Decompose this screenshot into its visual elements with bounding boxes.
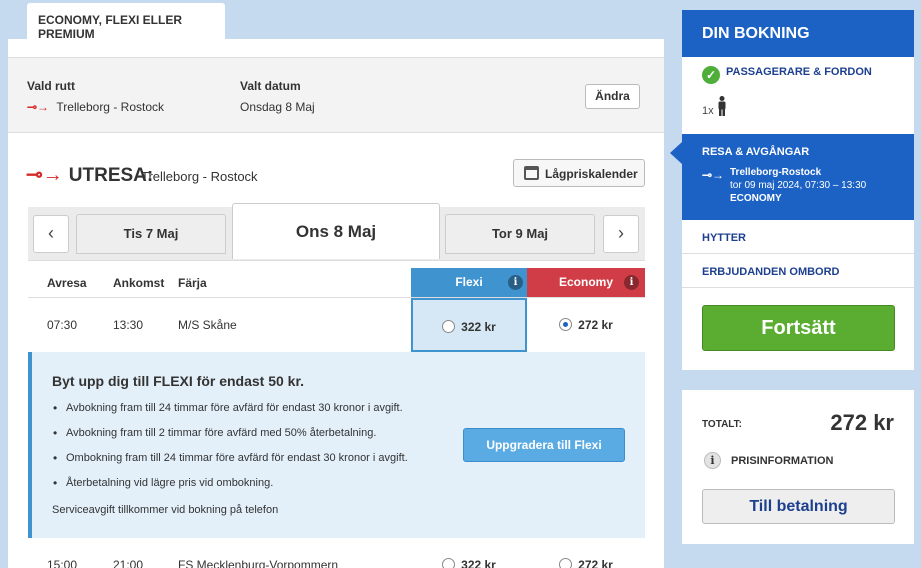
- col-economy-label: Economy: [558, 275, 613, 289]
- table-row[interactable]: 07:30 13:30 M/S Skåne 322 kr 272 kr: [28, 298, 645, 353]
- continue-button[interactable]: Fortsätt: [702, 305, 895, 351]
- date-tab-prev[interactable]: Tis 7 Maj: [76, 214, 226, 254]
- info-icon: i: [704, 452, 721, 469]
- ferry-arrow-icon: ⊸→: [27, 100, 50, 114]
- date-tab-next[interactable]: Tor 9 Maj: [445, 214, 595, 254]
- list-item: Ombokning fram till 24 timmar före avfär…: [52, 451, 408, 477]
- ferry-arrow-icon: ⊸→: [702, 168, 725, 182]
- flexi-price: 322 kr: [461, 558, 496, 568]
- sidebar-item-offers[interactable]: ERBJUDANDEN OMBORD: [682, 254, 914, 288]
- list-item: Avbokning fram till 24 timmar före avfär…: [52, 401, 408, 427]
- col-economy: Economy i: [527, 268, 645, 297]
- economy-price-option[interactable]: 272 kr: [527, 538, 645, 568]
- trip-time: tor 09 maj 2024, 07:30 – 13:30: [730, 180, 867, 191]
- radio-button[interactable]: [442, 558, 456, 568]
- col-depart: Avresa: [47, 276, 87, 290]
- date-label: Valt datum: [240, 79, 301, 93]
- flexi-price: 322 kr: [461, 320, 496, 334]
- step-trip-current[interactable]: RESA & AVGÅNGAR ⊸→ Trelleborg-Rostock to…: [670, 134, 914, 220]
- upgrade-flexi-button[interactable]: Uppgradera till Flexi: [463, 428, 625, 462]
- sidebar-item-cabins[interactable]: HYTTER: [682, 220, 914, 254]
- total-value: 272 kr: [830, 410, 894, 435]
- passenger-count: 1x: [702, 96, 727, 117]
- total-label: TOTALT:: [702, 419, 742, 430]
- col-arrive: Ankomst: [113, 276, 165, 290]
- route-value-text: Trelleborg - Rostock: [56, 100, 164, 114]
- ferry-name: FS Mecklenburg-Vorpommern: [178, 558, 339, 568]
- table-row[interactable]: 15:00 21:00 FS Mecklenburg-Vorpommern 32…: [28, 538, 645, 568]
- arrive-time: 13:30: [113, 318, 144, 332]
- chevron-left-icon: ‹: [48, 223, 54, 243]
- trip-class: ECONOMY: [730, 193, 782, 204]
- calendar-icon: [524, 166, 539, 180]
- list-item: Avbokning fram till 2 timmar före avfärd…: [52, 426, 408, 452]
- next-date-button[interactable]: ›: [603, 215, 639, 253]
- price-info-link[interactable]: i PRISINFORMATION: [704, 452, 833, 469]
- step-passengers-label: PASSAGERARE & FORDON: [726, 66, 872, 78]
- flexi-upsell-panel: Byt upp dig till FLEXI för endast 50 kr.…: [28, 352, 645, 538]
- outbound-title: ⊸→ UTRESA:: [26, 162, 153, 187]
- radio-button[interactable]: [559, 558, 573, 568]
- outbound-route: Trelleborg - Rostock: [141, 169, 258, 184]
- trip-details: Trelleborg-Rostock tor 09 maj 2024, 07:3…: [730, 166, 866, 205]
- depart-time: 15:00: [47, 558, 78, 568]
- flexi-price-option[interactable]: 322 kr: [411, 538, 527, 568]
- col-ferry: Färja: [178, 276, 207, 290]
- info-icon[interactable]: i: [508, 275, 523, 290]
- chevron-right-icon: ›: [618, 223, 624, 243]
- list-item: Återbetalning vid lägre pris vid ombokni…: [52, 476, 408, 502]
- upsell-title: Byt upp dig till FLEXI för endast 50 kr.: [52, 373, 305, 389]
- total-panel: TOTALT: 272 kr i PRISINFORMATION Till bet…: [682, 390, 914, 544]
- date-value: Onsdag 8 Maj: [240, 100, 315, 114]
- info-icon[interactable]: i: [624, 275, 639, 290]
- checkmark-icon: ✓: [702, 66, 720, 84]
- booking-summary: DIN BOKNING ✓ PASSAGERARE & FORDON 1x RES…: [670, 10, 914, 370]
- date-selector: ‹ Tis 7 Maj Ons 8 Maj Tor 9 Maj ›: [28, 203, 645, 261]
- arrive-time: 21:00: [113, 558, 144, 568]
- economy-price-option[interactable]: 272 kr: [527, 298, 645, 352]
- to-payment-button[interactable]: Till betalning: [702, 489, 895, 524]
- low-price-calendar-button[interactable]: Lågpriskalender: [513, 159, 645, 187]
- selected-route-bar: Vald rutt ⊸→ Trelleborg - Rostock Valt d…: [8, 57, 664, 133]
- date-tab-current[interactable]: Ons 8 Maj: [232, 203, 440, 259]
- economy-price: 272 kr: [578, 558, 613, 568]
- price-info-label: PRISINFORMATION: [731, 455, 834, 467]
- col-flexi: Flexi i: [411, 268, 527, 297]
- calendar-button-label: Lågpriskalender: [545, 167, 638, 181]
- booking-summary-title: DIN BOKNING: [682, 10, 914, 57]
- passenger-count-text: 1x: [702, 105, 714, 117]
- step-passengers[interactable]: ✓ PASSAGERARE & FORDON: [702, 66, 872, 84]
- change-button[interactable]: Ändra: [585, 84, 640, 109]
- person-icon: [718, 96, 726, 116]
- fare-class-tab[interactable]: ECONOMY, FLEXI ELLER PREMIUM: [27, 3, 225, 41]
- route-value: ⊸→ Trelleborg - Rostock: [27, 100, 164, 114]
- ferry-arrow-icon: ⊸→: [26, 164, 63, 186]
- departure-table-header: Avresa Ankomst Färja Flexi i Economy i: [28, 268, 645, 298]
- route-label: Vald rutt: [27, 79, 76, 93]
- economy-price: 272 kr: [578, 318, 613, 332]
- depart-time: 07:30: [47, 318, 78, 332]
- flexi-price-option[interactable]: 322 kr: [411, 298, 527, 352]
- main-panel: Vald rutt ⊸→ Trelleborg - Rostock Valt d…: [8, 39, 664, 568]
- prev-date-button[interactable]: ‹: [33, 215, 69, 253]
- upsell-note: Serviceavgift tillkommer vid bokning på …: [52, 504, 279, 516]
- trip-route: Trelleborg-Rostock: [730, 167, 822, 178]
- upsell-list: Avbokning fram till 24 timmar före avfär…: [52, 401, 408, 502]
- ferry-name: M/S Skåne: [178, 318, 237, 332]
- step-trip-label: RESA & AVGÅNGAR: [702, 146, 810, 158]
- radio-button-selected[interactable]: [559, 318, 573, 331]
- col-flexi-label: Flexi: [455, 275, 483, 289]
- radio-button[interactable]: [442, 320, 456, 333]
